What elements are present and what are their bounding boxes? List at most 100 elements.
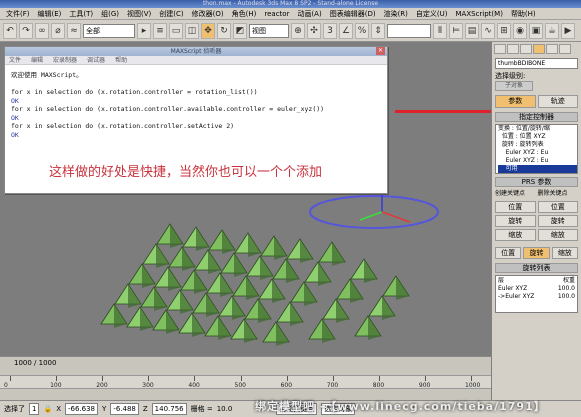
close-icon[interactable]: ✕ — [376, 47, 385, 55]
sub-object-button[interactable]: 子对象 — [495, 81, 533, 91]
maxscript-listener-window[interactable]: MAXScript 侦听器 ✕ 文件 编辑 宏录制器 调试器 帮助 欢迎使用 MA… — [4, 46, 388, 194]
hierarchy-tab-icon[interactable] — [520, 44, 532, 54]
listener-menu-macro[interactable]: 宏录制器 — [53, 56, 77, 64]
menu-tools[interactable]: 工具(T) — [65, 9, 97, 19]
rect-selection-icon[interactable]: ▭ — [169, 22, 183, 39]
timeline[interactable]: 1000 / 1000 0 100 200 300 400 500 600 700 800 900… — [0, 356, 491, 400]
create-position-key-button[interactable]: 位置 — [495, 201, 536, 213]
undo-icon[interactable]: ↶ — [3, 22, 17, 39]
menu-bar: 文件(F) 编辑(E) 工具(T) 组(G) 视图(V) 创建(C) 修改器(O… — [0, 8, 581, 20]
list-item[interactable]: ->Euler XYZ 100.0 — [498, 293, 575, 301]
reference-coord-dropdown[interactable]: 视图 — [249, 23, 289, 38]
track-bar[interactable]: 0 100 200 300 400 500 600 700 800 900 1000 — [0, 375, 491, 389]
listener-menu-file[interactable]: 文件 — [9, 56, 21, 64]
delete-rotation-key-button[interactable]: 旋转 — [537, 215, 578, 227]
tab-parameters[interactable]: 参数 — [495, 95, 536, 108]
controller-tree[interactable]: 变换 : 位置/旋转/缩 位置 : 位置 XYZ 旋转 : 旋转列表 Euler… — [495, 124, 578, 174]
mirror-icon[interactable]: ⫴ — [433, 22, 447, 39]
redo-icon[interactable]: ↷ — [19, 22, 33, 39]
menu-customize[interactable]: 自定义(U) — [412, 9, 452, 19]
tab-trajectories[interactable]: 轨迹 — [537, 95, 578, 108]
window-titlebar: thon.max - Autodesk 3ds Max 8 SP2 - Stan… — [0, 0, 581, 8]
manipulate-icon[interactable]: ✣ — [307, 22, 321, 39]
layer-manager-icon[interactable]: ▤ — [465, 22, 479, 39]
pyramid-mesh-shade — [332, 242, 345, 266]
prs-parameters-rollout[interactable]: PRS 参数 — [495, 177, 578, 187]
window-crossing-icon[interactable]: ◫ — [185, 22, 199, 39]
spinner-snap-icon[interactable]: ⇕ — [371, 22, 385, 39]
menu-create[interactable]: 创建(C) — [155, 9, 187, 19]
delete-position-key-button[interactable]: 位置 — [537, 201, 578, 213]
create-tab-icon[interactable] — [494, 44, 506, 54]
menu-edit[interactable]: 编辑(E) — [34, 9, 66, 19]
gizmo-y-axis[interactable] — [359, 211, 383, 221]
y-coord-field[interactable]: -6.488 — [110, 403, 139, 415]
render-type-icon[interactable]: ▶ — [561, 22, 575, 39]
delete-scale-key-button[interactable]: 缩放 — [537, 229, 578, 241]
menu-rendering[interactable]: 渲染(R) — [380, 9, 412, 19]
rotation-list-box[interactable]: 层 权重 Euler XYZ 100.0 ->Euler XYZ 100.0 — [495, 275, 578, 313]
time-slider-label[interactable]: 1000 / 1000 — [14, 359, 56, 367]
percent-snap-icon[interactable]: % — [355, 22, 369, 39]
display-tab-icon[interactable] — [546, 44, 558, 54]
menu-help[interactable]: 帮助(H) — [507, 9, 540, 19]
menu-views[interactable]: 视图(V) — [123, 9, 155, 19]
material-editor-icon[interactable]: ◉ — [513, 22, 527, 39]
schematic-view-icon[interactable]: ⊞ — [497, 22, 511, 39]
menu-group[interactable]: 组(G) — [97, 9, 123, 19]
create-scale-key-button[interactable]: 缩放 — [495, 229, 536, 241]
tree-item[interactable]: Euler XYZ : Eu — [498, 149, 577, 157]
pyramid-mesh-array[interactable] — [100, 223, 410, 346]
menu-modifiers[interactable]: 修改器(O) — [188, 9, 228, 19]
move-icon[interactable]: ✥ — [201, 22, 215, 39]
curve-editor-icon[interactable]: ∿ — [481, 22, 495, 39]
menu-graph-editors[interactable]: 图表编辑器(D) — [326, 9, 380, 19]
angle-snap-icon[interactable]: ∠ — [339, 22, 353, 39]
z-coord-field[interactable]: 140.756 — [151, 403, 187, 415]
tree-item[interactable]: 可用 — [498, 165, 577, 173]
scale-mode-button[interactable]: 缩放 — [551, 247, 578, 259]
tree-item[interactable]: 权重 — [498, 173, 577, 174]
select-by-name-icon[interactable]: ≡ — [153, 22, 167, 39]
tree-item[interactable]: 位置 : 位置 XYZ — [498, 133, 577, 141]
listener-menu-debug[interactable]: 调试器 — [87, 56, 105, 64]
rotate-gizmo-ring[interactable] — [309, 195, 439, 229]
align-icon[interactable]: ⊨ — [449, 22, 463, 39]
menu-file[interactable]: 文件(F) — [2, 9, 34, 19]
menu-maxscript[interactable]: MAXScript(M) — [452, 10, 507, 18]
unlink-icon[interactable]: ⌀ — [51, 22, 65, 39]
listener-menu-edit[interactable]: 编辑 — [31, 56, 43, 64]
list-item[interactable]: Euler XYZ 100.0 — [498, 285, 575, 293]
utilities-tab-icon[interactable] — [559, 44, 571, 54]
selection-filter-dropdown[interactable]: 全部 — [83, 23, 135, 38]
quick-render-icon[interactable]: ☕ — [545, 22, 559, 39]
position-mode-button[interactable]: 位置 — [495, 247, 522, 259]
pivot-icon[interactable]: ⊕ — [291, 22, 305, 39]
tree-item[interactable]: 旋转 : 旋转列表 — [498, 141, 577, 149]
tree-item[interactable]: 变换 : 位置/旋转/缩 — [498, 125, 577, 133]
menu-animation[interactable]: 动画(A) — [293, 9, 325, 19]
motion-tab-icon[interactable] — [533, 44, 545, 54]
listener-menu-help[interactable]: 帮助 — [115, 56, 127, 64]
x-coord-field[interactable]: -66.638 — [64, 403, 99, 415]
snap-icon[interactable]: 3 — [323, 22, 337, 39]
tree-item[interactable]: Euler XYZ : Eu — [498, 157, 577, 165]
scale-icon[interactable]: ◩ — [233, 22, 247, 39]
render-scene-icon[interactable]: ▣ — [529, 22, 543, 39]
listener-text-area[interactable]: 欢迎使用 MAXScript。 for x in selection do (x… — [5, 65, 387, 145]
rotation-mode-button[interactable]: 旋转 — [523, 247, 550, 259]
named-selection-dropdown[interactable] — [387, 23, 431, 38]
lock-icon[interactable]: 🔒 — [43, 405, 52, 413]
assign-controller-rollout[interactable]: 指定控制器 — [495, 112, 578, 122]
gizmo-x-axis[interactable] — [381, 211, 411, 223]
create-rotation-key-button[interactable]: 旋转 — [495, 215, 536, 227]
rotate-icon[interactable]: ↻ — [217, 22, 231, 39]
menu-character[interactable]: 角色(H) — [228, 9, 261, 19]
bind-spacewarp-icon[interactable]: ≈ — [67, 22, 81, 39]
object-name-field[interactable]: thumbBDIBONE — [495, 58, 578, 69]
select-object-icon[interactable]: ▸ — [137, 22, 151, 39]
menu-reactor[interactable]: reactor — [260, 10, 293, 18]
link-icon[interactable]: ∞ — [35, 22, 49, 39]
modify-tab-icon[interactable] — [507, 44, 519, 54]
rotation-list-rollout[interactable]: 旋转列表 — [495, 263, 578, 273]
